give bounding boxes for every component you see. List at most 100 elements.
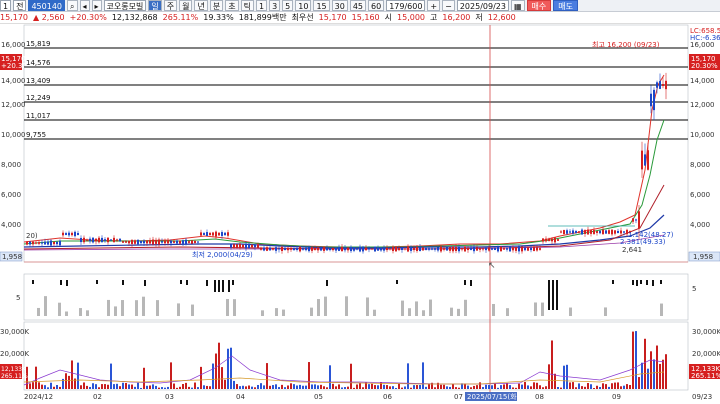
volume-bar [224,379,226,389]
candle-body [551,238,553,242]
candle-body [164,240,166,244]
candle-body [467,247,469,251]
indicator-gray-bar [142,296,145,316]
candle-body [182,240,184,244]
stock-chart[interactable]: 16,000 14,000 12,000 10,000 8,000 6,000 … [0,0,720,404]
volume-bar [641,362,643,389]
candle-body [491,248,493,250]
volume-bar [440,384,442,389]
volume-bar [104,384,106,389]
indicator-bar [646,280,648,285]
volume-bar [392,386,394,389]
volume-bar [212,363,214,389]
candle-body [266,247,268,251]
volume-bar [170,362,172,389]
level-label: 15,819 [26,40,51,48]
candle-body [521,246,523,252]
volume-bar [209,386,211,389]
candle-body [512,247,514,251]
candle-body [176,240,178,244]
candle-body [170,240,172,244]
volume-bar [401,387,403,389]
level-label: 9,755 [26,131,46,139]
volume-pane[interactable] [23,321,689,391]
volume-bar [596,385,598,389]
candle-body [632,218,634,222]
volume-bar [116,383,118,389]
candle-body [437,247,439,251]
volume-bar [122,382,124,389]
indicator-gray-bar [114,306,117,316]
candle-body [659,81,661,89]
price-pane[interactable] [23,24,689,263]
indicator-bar [556,280,558,310]
candle-body [434,248,436,250]
volume-bar [149,385,151,389]
candle-body [587,229,589,235]
candle-body [635,219,637,221]
volume-bar [485,384,487,389]
candle-body [488,247,490,251]
indicator-bar [548,280,550,310]
volume-bar [35,366,37,389]
candle-body [476,247,478,251]
volume-bar [320,384,322,389]
candle-body [239,244,241,248]
volume-bar [512,387,514,389]
indicator-gray-bar [457,308,460,316]
volume-bar [647,368,649,389]
indicator-bar [144,280,146,286]
candle-body [257,244,259,248]
indicator-bar [660,280,662,284]
candle-body [107,237,109,243]
volume-current-left-b: 265.11% [1,373,28,380]
candle-body [341,246,343,252]
candle-body [515,247,517,251]
x-tick: 08 [535,393,544,401]
volume-bar [302,385,304,389]
high-annotation: 최고 16,200 (09/23) [592,40,660,49]
price-tick-right: 12,000 [690,101,715,109]
candle-body [125,241,127,243]
volume-bar [254,387,256,389]
price-tick-left: 8,000 [1,161,21,169]
indicator-gray-bar [345,296,348,316]
candle-body [398,247,400,251]
volume-bar [653,359,655,389]
level-label: 13,409 [26,77,51,85]
candle-body [59,240,61,246]
indicator-bar [470,280,472,286]
candle-body [509,246,511,252]
price-tick-left: 16,000 [1,41,26,49]
volume-bar [38,382,40,389]
candle-body [323,247,325,251]
candle-body [242,244,244,248]
candle-body [392,246,394,252]
volume-tick-right: 20,000K [692,350,720,358]
volume-bar [341,387,343,389]
volume-bar [290,383,292,389]
volume-bar [347,386,349,389]
candle-body [383,247,385,251]
volume-bar [128,384,130,389]
volume-bar [644,338,646,389]
volume-bar [155,385,157,389]
candle-body [143,240,145,244]
indicator-gray-bar [422,310,425,316]
indicator-gray-bar [65,311,68,316]
candle-body [368,248,370,250]
candle-body [65,233,67,235]
indicator-gray-bar [177,303,180,316]
candle-body [407,246,409,252]
volume-bar [497,387,499,389]
indicator-bar [122,280,124,285]
volume-bar [221,367,223,389]
price-tick-right: 4,000 [690,221,710,229]
left-annotation: 20) [26,232,38,240]
volume-bar [164,387,166,389]
volume-bar [629,384,631,389]
volume-bar [518,383,520,389]
candle-body [293,248,295,250]
volume-bar [626,384,628,389]
indicator-gray-bar [429,299,432,316]
